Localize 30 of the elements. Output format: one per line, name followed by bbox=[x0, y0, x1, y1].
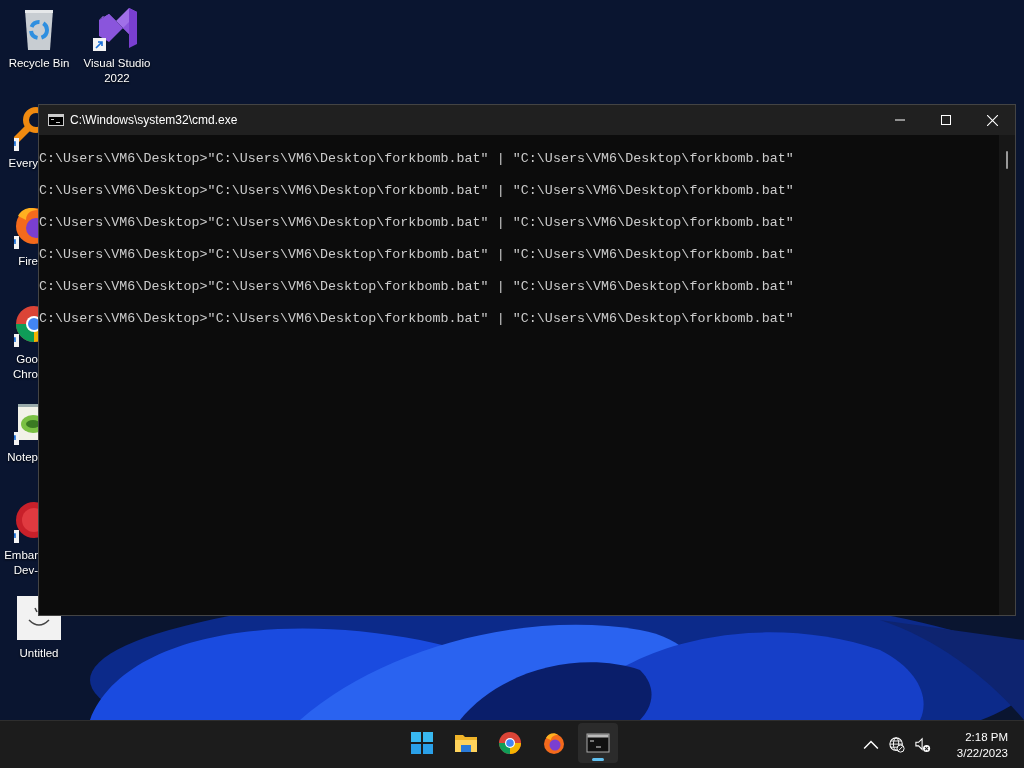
icon-label: Fire bbox=[18, 254, 38, 269]
magnifier-icon[interactable] bbox=[14, 104, 38, 152]
scrollbar[interactable] bbox=[999, 135, 1015, 615]
icon-label: Goo Chro bbox=[13, 352, 38, 382]
window-title: C:\Windows\system32\cmd.exe bbox=[70, 113, 239, 127]
clock-date: 3/22/2023 bbox=[956, 745, 1008, 761]
icon-label: Visual Studio 2022 bbox=[83, 56, 151, 86]
icon-label: Recycle Bin bbox=[8, 56, 70, 71]
console-line: C:\Users\VM6\Desktop>"C:\Users\VM6\Desktop\forkbomb.bat" | "C:\Users\VM6\Desktop\forkbomb.bat" bbox=[39, 183, 795, 199]
taskbar-button[interactable] bbox=[578, 723, 618, 763]
terminal-icon bbox=[48, 114, 64, 126]
console-line: C:\Users\VM6\Desktop>"C:\Users\VM6\Desktop\forkbomb.bat" | "C:\Users\VM6\Desktop\forkbomb.bat" bbox=[39, 151, 795, 167]
terminal-icon bbox=[586, 731, 610, 755]
clock[interactable]: 2:18 PM 3/22/2023 bbox=[956, 728, 1008, 761]
firefox-icon bbox=[542, 731, 566, 755]
globe-icon[interactable] bbox=[888, 736, 905, 753]
console-line: C:\Users\VM6\Desktop>"C:\Users\VM6\Desktop\forkbomb.bat" | "C:\Users\VM6\Desktop\forkbomb.bat" bbox=[39, 215, 795, 231]
icon-label: Untitled bbox=[19, 646, 59, 661]
clock-time: 2:18 PM bbox=[965, 729, 1008, 745]
maximize-icon bbox=[941, 115, 951, 125]
close-icon bbox=[986, 114, 998, 126]
console-line: C:\Users\VM6\Desktop>"C:\Users\VM6\Desktop\forkbomb.bat" | "C:\Users\VM6\Desktop\forkbomb.bat" bbox=[39, 279, 795, 295]
windows-logo-icon bbox=[410, 731, 434, 755]
chrome-icon bbox=[498, 731, 522, 755]
icon-label: Every bbox=[8, 156, 38, 171]
icon-label: Notep bbox=[7, 450, 38, 465]
console-line: C:\Users\VM6\Desktop>"C:\Users\VM6\Desktop\forkbomb.bat" | "C:\Users\VM6\Desktop\forkbomb.bat" bbox=[39, 247, 795, 263]
muted-speaker-icon[interactable] bbox=[914, 736, 931, 753]
console-line: C:\Users\VM6\Desktop>"C:\Users\VM6\Desktop\forkbomb.bat" | "C:\Users\VM6\Desktop\forkbomb.bat" bbox=[39, 311, 795, 327]
icon-label: Embar Dev- bbox=[4, 548, 38, 578]
